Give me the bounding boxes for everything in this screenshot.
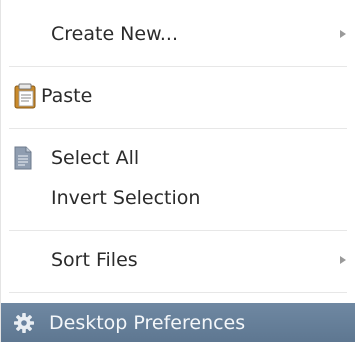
menu-item-label: Select All <box>51 147 140 169</box>
gear-icon <box>14 312 34 333</box>
submenu-arrow-icon <box>340 30 346 38</box>
menu-item-select-all[interactable]: Select All <box>1 138 355 178</box>
menu-item-label: Create New... <box>51 23 178 45</box>
menu-item-label: Sort Files <box>51 249 138 271</box>
menu-separator <box>9 128 347 129</box>
menu-item-sort-files[interactable]: Sort Files <box>1 240 355 280</box>
document-icon <box>14 146 32 170</box>
menu-separator <box>9 230 347 231</box>
submenu-arrow-icon <box>340 256 346 264</box>
menu-separator <box>9 292 347 293</box>
clipboard-icon <box>14 83 36 109</box>
desktop-context-menu: Create New... Paste Select All Invert Se… <box>0 0 355 342</box>
menu-item-label: Desktop Preferences <box>49 311 246 334</box>
menu-item-create-new[interactable]: Create New... <box>1 14 355 54</box>
menu-separator <box>9 66 347 67</box>
menu-item-paste[interactable]: Paste <box>1 76 355 116</box>
menu-item-invert-selection[interactable]: Invert Selection <box>1 178 355 218</box>
menu-item-desktop-preferences[interactable]: Desktop Preferences <box>1 303 355 342</box>
menu-item-label: Invert Selection <box>51 187 201 209</box>
menu-item-label: Paste <box>41 85 93 107</box>
